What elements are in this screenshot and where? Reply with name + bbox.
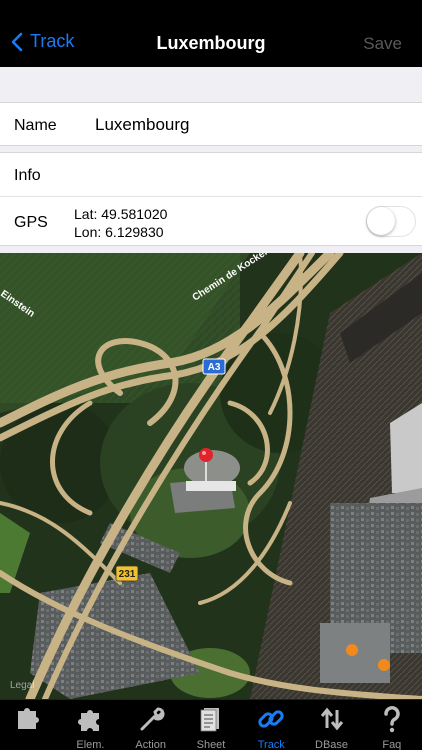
tab-faq[interactable]: Faq xyxy=(362,700,422,750)
tab-label: Sheet xyxy=(196,739,226,750)
sort-arrows-icon xyxy=(320,707,343,731)
gps-label: GPS xyxy=(14,214,48,231)
save-button[interactable]: Save xyxy=(363,34,402,54)
wrench-icon xyxy=(140,707,165,731)
store-poi-icon[interactable] xyxy=(378,659,390,671)
map-legal-link[interactable]: Legal xyxy=(10,680,34,691)
name-row: Name Luxembourg xyxy=(0,102,422,146)
tab-bar: Elem. Action Sheet Track DBase Faq xyxy=(0,699,422,750)
form-section: Name Luxembourg Info GPS Lat: 49.581020 … xyxy=(0,67,422,253)
tab-label: DBase xyxy=(315,739,349,750)
info-label: Info xyxy=(14,167,41,184)
longitude-value: Lon: 6.129830 xyxy=(74,224,164,240)
svg-text:231: 231 xyxy=(119,569,136,580)
tab-label: Action xyxy=(135,739,166,750)
shopping-cart-poi-icon[interactable] xyxy=(346,644,358,656)
tab-track[interactable]: Track xyxy=(241,700,301,750)
tab-dbase[interactable]: DBase xyxy=(301,700,361,750)
map-imagery: Chemin de Kockelsche Einstein A3 231 xyxy=(0,253,422,699)
toggle-knob xyxy=(367,207,395,235)
info-row[interactable]: Info xyxy=(0,152,422,196)
puzzle-icon xyxy=(78,710,100,731)
gps-toggle[interactable] xyxy=(366,206,416,237)
name-label: Name xyxy=(14,117,57,134)
satellite-map[interactable]: Chemin de Kockelsche Einstein A3 231 Leg… xyxy=(0,253,422,699)
puzzle-piece-icon xyxy=(18,708,40,729)
tab-action[interactable]: Action xyxy=(121,700,181,750)
navigation-bar: Track Luxembourg Save xyxy=(0,0,422,67)
sheet-icon xyxy=(200,708,219,732)
route-shield-231: 231 xyxy=(115,565,139,582)
tab-elements[interactable]: Elem. xyxy=(60,700,120,750)
latitude-value: Lat: 49.581020 xyxy=(74,206,168,222)
tab-label: Track xyxy=(257,739,285,750)
gps-coordinates: Lat: 49.581020 Lon: 6.129830 xyxy=(74,205,167,241)
question-icon xyxy=(384,706,400,733)
tab-puzzle[interactable] xyxy=(0,700,60,750)
svg-text:A3: A3 xyxy=(208,362,221,373)
gps-row: GPS Lat: 49.581020 Lon: 6.129830 xyxy=(0,196,422,246)
chain-link-icon xyxy=(258,710,284,728)
tab-sheet[interactable]: Sheet xyxy=(181,700,241,750)
tab-label: Elem. xyxy=(76,739,105,750)
page-title: Luxembourg xyxy=(156,33,266,53)
tab-label: Faq xyxy=(382,739,402,750)
route-shield-a3: A3 xyxy=(202,358,226,375)
name-field[interactable]: Luxembourg xyxy=(95,115,190,135)
